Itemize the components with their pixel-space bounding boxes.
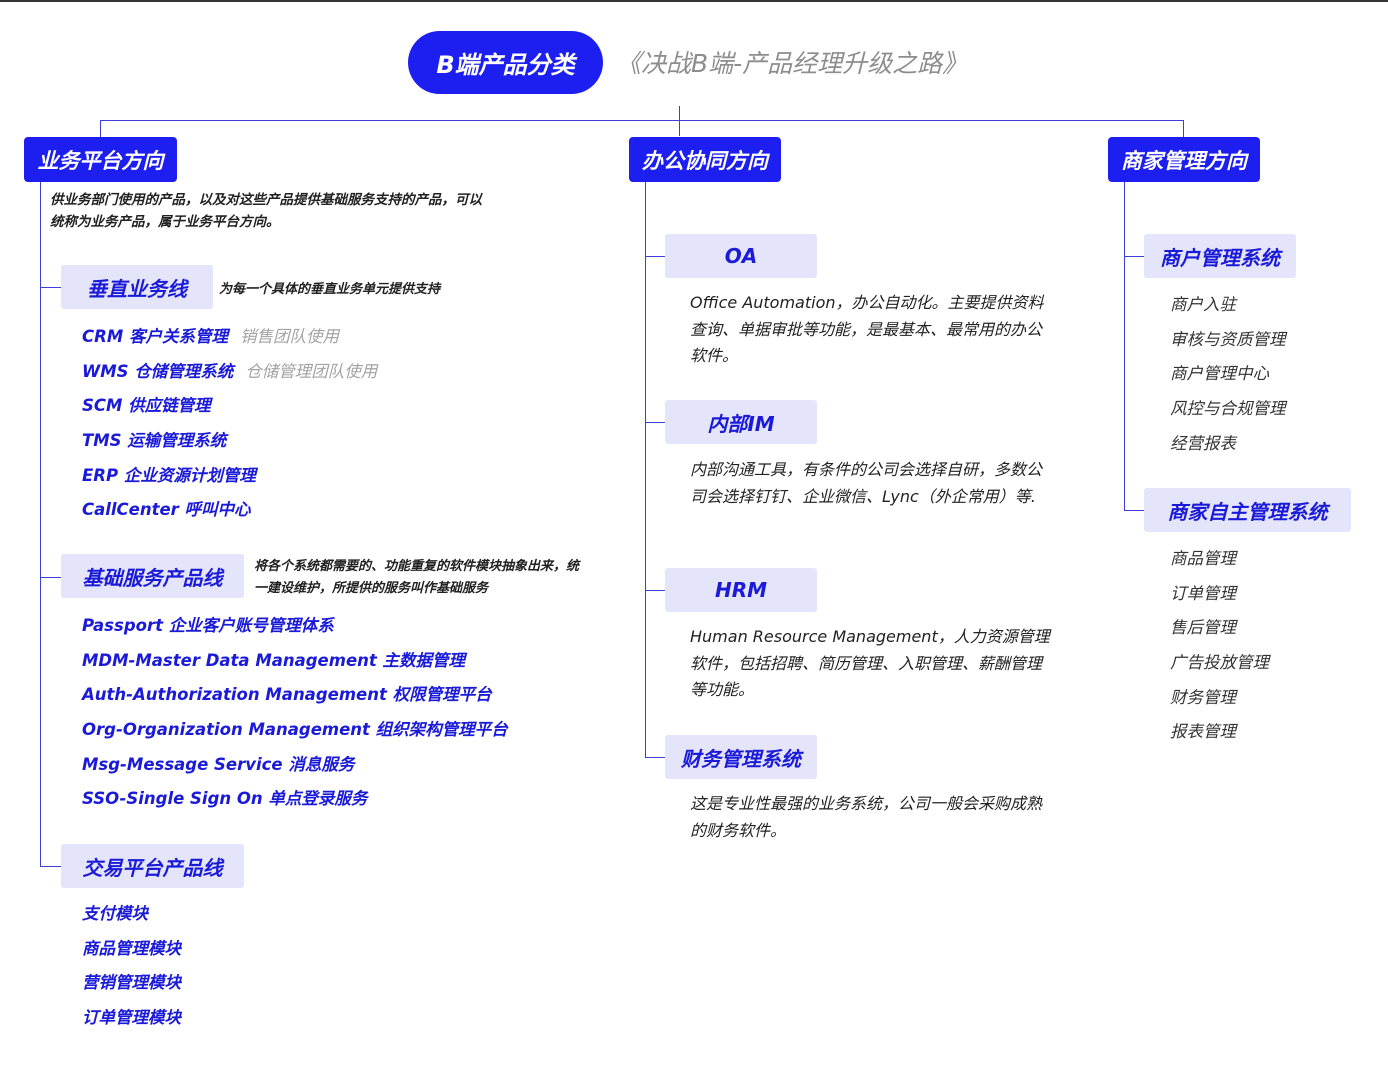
oa-description: Office Automation，办公自动化。主要提供资料查询、单据审批等功能…	[690, 293, 1044, 365]
trade-platform-line: 交易平台产品线	[61, 844, 244, 888]
hrm-node: HRM	[665, 568, 817, 612]
list-item: 商户入驻	[1170, 295, 1236, 314]
trade-platform-list: 支付模块 商品管理模块 营销管理模块 订单管理模块	[82, 897, 181, 1036]
list-item: 财务管理	[1170, 687, 1236, 707]
internal-im-node: 内部IM	[665, 400, 817, 444]
finance-system-node: 财务管理系统	[665, 735, 817, 779]
top-border	[0, 0, 1388, 2]
list-item: 商品管理模块	[82, 938, 181, 958]
list-item: 订单管理	[1170, 583, 1236, 603]
connector-center-stem	[679, 106, 680, 136]
connector-right-spine	[1124, 182, 1125, 510]
list-item: SSO-Single Sign On 单点登录服务	[82, 789, 368, 809]
list-item: CRM 客户关系管理 销售团队使用	[82, 327, 339, 346]
list-item: 报表管理	[1170, 722, 1236, 742]
merchant-self-management-system: 商家自主管理系统	[1144, 488, 1351, 532]
connector-left-branch-1	[40, 287, 61, 288]
list-item: CallCenter 呼叫中心	[82, 500, 251, 520]
list-item: Org-Organization Management 组织架构管理平台	[82, 720, 508, 740]
list-item: 广告投放管理	[1170, 653, 1269, 673]
direction-business-platform: 业务平台方向	[24, 137, 177, 182]
book-subtitle: 《决战B端-产品经理升级之路》	[616, 49, 968, 78]
connector-right-branch-2	[1124, 510, 1144, 511]
list-item: 经营报表	[1170, 433, 1236, 453]
list-item: 支付模块	[82, 904, 148, 923]
connector-middle-spine	[645, 182, 646, 757]
list-item: TMS 运输管理系统	[82, 431, 227, 451]
basic-service-note: 将各个系统都需要的、功能重复的软件模块抽象出来，统一建设维护，所提供的服务叫作基…	[254, 559, 580, 596]
list-item: 售后管理	[1170, 618, 1236, 638]
list-item: Auth-Authorization Management 权限管理平台	[82, 685, 492, 705]
connector-left-drop	[100, 120, 101, 137]
connector-middle-branch-2	[645, 422, 665, 423]
oa-node: OA	[665, 234, 817, 278]
list-item: 审核与资质管理	[1170, 329, 1286, 349]
internal-im-description: 内部沟通工具，有条件的公司会选择自研，多数公司会选择钉钉、企业微信、Lync（外…	[690, 460, 1043, 506]
connector-left-spine	[40, 182, 41, 866]
connector-right-drop	[1183, 120, 1184, 137]
list-item: Msg-Message Service 消息服务	[82, 754, 355, 774]
direction-office-collaboration: 办公协同方向	[629, 137, 781, 182]
merchant-management-system: 商户管理系统	[1144, 234, 1296, 278]
diagram-title: B端产品分类	[408, 31, 603, 94]
usage-hint: 仓储管理团队使用	[245, 361, 378, 381]
connector-middle-branch-1	[645, 256, 665, 257]
connector-left-branch-3	[40, 866, 61, 867]
connector-left-branch-2	[40, 577, 61, 578]
vertical-business-line: 垂直业务线	[61, 265, 213, 309]
connector-middle-branch-4	[645, 757, 665, 758]
vertical-business-list: CRM 客户关系管理 销售团队使用 WMS 仓储管理系统 仓储管理团队使用 SCM …	[82, 320, 377, 528]
list-item: WMS 仓储管理系统 仓储管理团队使用	[82, 361, 378, 381]
merchant-self-management-list: 商品管理 订单管理 售后管理 广告投放管理 财务管理 报表管理	[1170, 542, 1269, 750]
list-item: MDM-Master Data Management 主数据管理	[82, 650, 466, 670]
direction-merchant-management: 商家管理方向	[1108, 137, 1260, 182]
basic-service-list: Passport 企业客户账号管理体系 MDM-Master Data Mana…	[82, 609, 508, 817]
vertical-business-note: 为每一个具体的垂直业务单元提供支持	[219, 282, 441, 297]
list-item: SCM 供应链管理	[82, 396, 211, 416]
list-item: Passport 企业客户账号管理体系	[82, 616, 334, 635]
connector-top-horizontal	[100, 120, 1184, 121]
basic-service-line: 基础服务产品线	[61, 554, 244, 598]
list-item: 商户管理中心	[1170, 364, 1269, 384]
list-item: 订单管理模块	[82, 1008, 181, 1028]
connector-middle-branch-3	[645, 590, 665, 591]
business-platform-description: 供业务部门使用的产品，以及对这些产品提供基础服务支持的产品，可以统称为业务产品，…	[50, 192, 482, 230]
usage-hint: 销售团队使用	[239, 327, 339, 346]
hrm-description: Human Resource Management，人力资源管理软件，包括招聘、…	[690, 627, 1050, 699]
list-item: 商品管理	[1170, 549, 1236, 568]
list-item: ERP 企业资源计划管理	[82, 465, 256, 485]
merchant-management-list: 商户入驻 审核与资质管理 商户管理中心 风控与合规管理 经营报表	[1170, 288, 1286, 461]
list-item: 风控与合规管理	[1170, 399, 1286, 419]
connector-right-branch-1	[1124, 256, 1144, 257]
list-item: 营销管理模块	[82, 973, 181, 993]
finance-system-description: 这是专业性最强的业务系统，公司一般会采购成熟的财务软件。	[690, 794, 1043, 840]
